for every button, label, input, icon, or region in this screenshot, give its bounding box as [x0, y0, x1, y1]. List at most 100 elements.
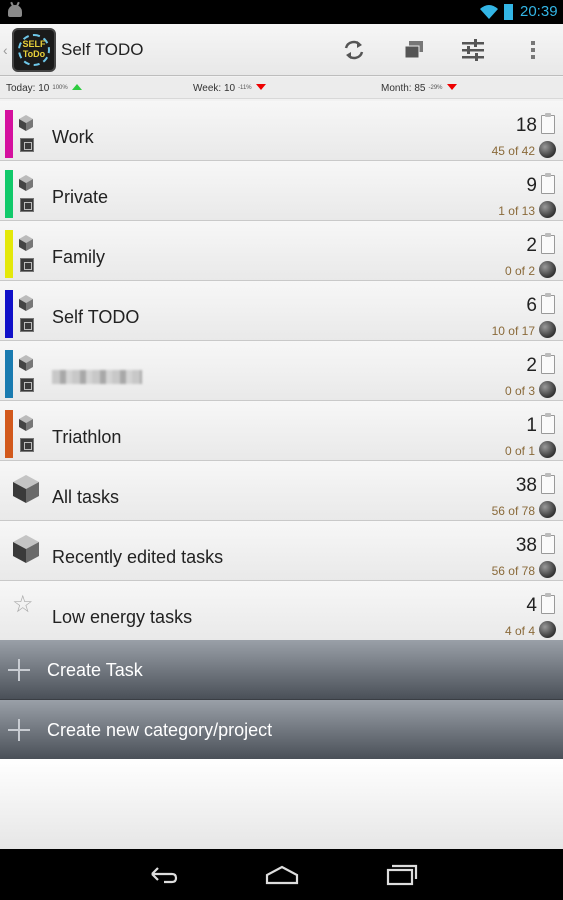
logo-text-line1: SELF: [22, 39, 46, 49]
stats-row: Today: 10 100% Week: 10 -11% Month: 85 -29%: [0, 77, 563, 99]
special-list-row[interactable]: All tasks 38 56 of 78: [0, 461, 563, 521]
progress-ball-icon: [539, 621, 556, 638]
category-row[interactable]: Triathlon 1 0 of 1: [0, 401, 563, 461]
logo-text: SELF ToDo: [14, 39, 54, 59]
category-row[interactable]: 2 0 of 3: [0, 341, 563, 401]
progress-ball-icon: [539, 261, 556, 278]
share-icon[interactable]: [20, 378, 34, 392]
task-count: 18: [515, 115, 537, 136]
stat-month: Month: 85 -29%: [381, 83, 457, 94]
share-icon[interactable]: [20, 138, 34, 152]
cube-large-icon: [13, 475, 39, 503]
cube-icon: [19, 235, 33, 251]
clipboard-icon: [541, 233, 555, 254]
trend-up-icon: [71, 84, 82, 90]
plus-icon: [8, 719, 30, 741]
task-count: 6: [526, 295, 537, 316]
category-color-bar: [5, 290, 13, 338]
share-icon[interactable]: [20, 198, 34, 212]
special-list-row[interactable]: Recently edited tasks 38 56 of 78: [0, 521, 563, 581]
status-bar: 20:39: [0, 0, 563, 24]
progress-ball-icon: [539, 561, 556, 578]
android-icon: [8, 5, 22, 17]
overflow-menu-icon[interactable]: [519, 36, 547, 64]
category-name-redacted: [52, 370, 142, 384]
clipboard-icon: [541, 413, 555, 434]
stat-today-pct: 100%: [52, 85, 68, 92]
progress-ball-icon: [539, 321, 556, 338]
completion-count: 45 of 42: [491, 144, 535, 158]
category-name: Self TODO: [52, 307, 140, 327]
stat-today: Today: 10 100%: [6, 83, 82, 94]
battery-icon: [504, 4, 513, 20]
category-row[interactable]: Private 9 1 of 13: [0, 161, 563, 221]
create-category-button[interactable]: Create new category/project: [0, 700, 563, 760]
progress-ball-icon: [539, 201, 556, 218]
cube-icon: [19, 415, 33, 431]
plus-icon: [8, 659, 30, 681]
wifi-icon: [480, 5, 498, 19]
clipboard-icon: [541, 593, 555, 614]
filter-settings-icon[interactable]: [459, 36, 487, 64]
list-name: All tasks: [52, 487, 120, 507]
stat-today-label: Today: 10: [6, 83, 50, 94]
stat-week-pct: -11%: [238, 85, 252, 92]
home-icon[interactable]: [262, 861, 302, 887]
clipboard-icon: [541, 293, 555, 314]
category-list: Work 18 45 of 42 Private 9 1 of 13 Famil…: [0, 101, 563, 641]
category-row[interactable]: Family 2 0 of 2: [0, 221, 563, 281]
completion-count: 1 of 13: [498, 204, 535, 218]
trend-down-icon: [446, 84, 457, 90]
category-name: Family: [52, 247, 105, 267]
completion-count: 56 of 78: [491, 564, 535, 578]
cube-icon: [19, 295, 33, 311]
special-list-row[interactable]: ☆ Low energy tasks 4 4 of 4: [0, 581, 563, 641]
create-task-button[interactable]: Create Task: [0, 640, 563, 700]
progress-ball-icon: [539, 141, 556, 158]
share-icon[interactable]: [20, 318, 34, 332]
category-name: Work: [52, 127, 94, 147]
category-row[interactable]: Work 18 45 of 42: [0, 101, 563, 161]
action-bar: ‹ SELF ToDo Self TODO: [0, 24, 563, 76]
task-count: 38: [515, 475, 537, 496]
sync-icon[interactable]: [340, 36, 368, 64]
category-color-bar: [5, 230, 13, 278]
clipboard-icon: [541, 353, 555, 374]
category-name: Triathlon: [52, 427, 122, 447]
cube-icon: [19, 355, 33, 371]
clipboard-icon: [541, 173, 555, 194]
list-name: Low energy tasks: [52, 607, 193, 627]
clipboard-icon: [541, 113, 555, 134]
completion-count: 10 of 17: [491, 324, 535, 338]
list-name: Recently edited tasks: [52, 547, 224, 567]
app-logo[interactable]: SELF ToDo: [12, 28, 56, 72]
task-count: 1: [526, 415, 537, 436]
cube-icon: [19, 175, 33, 191]
category-color-bar: [5, 410, 13, 458]
trend-down-icon: [255, 84, 266, 90]
clock: 20:39: [520, 3, 558, 20]
app-title: Self TODO: [61, 40, 144, 59]
category-name: Private: [52, 187, 109, 207]
share-icon[interactable]: [20, 438, 34, 452]
stat-month-label: Month: 85: [381, 83, 426, 94]
category-color-bar: [5, 170, 13, 218]
navigation-bar: [0, 849, 563, 900]
category-row[interactable]: Self TODO 6 10 of 17: [0, 281, 563, 341]
logo-text-line2: ToDo: [22, 49, 46, 59]
category-color-bar: [5, 110, 13, 158]
create-category-label: Create new category/project: [47, 720, 273, 740]
completion-count: 0 of 2: [504, 264, 535, 278]
cube-large-icon: [13, 535, 39, 563]
task-count: 4: [526, 595, 537, 616]
recent-apps-icon[interactable]: [382, 861, 422, 887]
completion-count: 56 of 78: [491, 504, 535, 518]
progress-ball-icon: [539, 501, 556, 518]
clipboard-icon: [541, 533, 555, 554]
stat-week: Week: 10 -11%: [193, 83, 266, 94]
up-caret-icon[interactable]: ‹: [3, 42, 8, 58]
back-icon[interactable]: [142, 861, 182, 887]
copy-icon[interactable]: [400, 36, 428, 64]
cube-icon: [19, 115, 33, 131]
share-icon[interactable]: [20, 258, 34, 272]
